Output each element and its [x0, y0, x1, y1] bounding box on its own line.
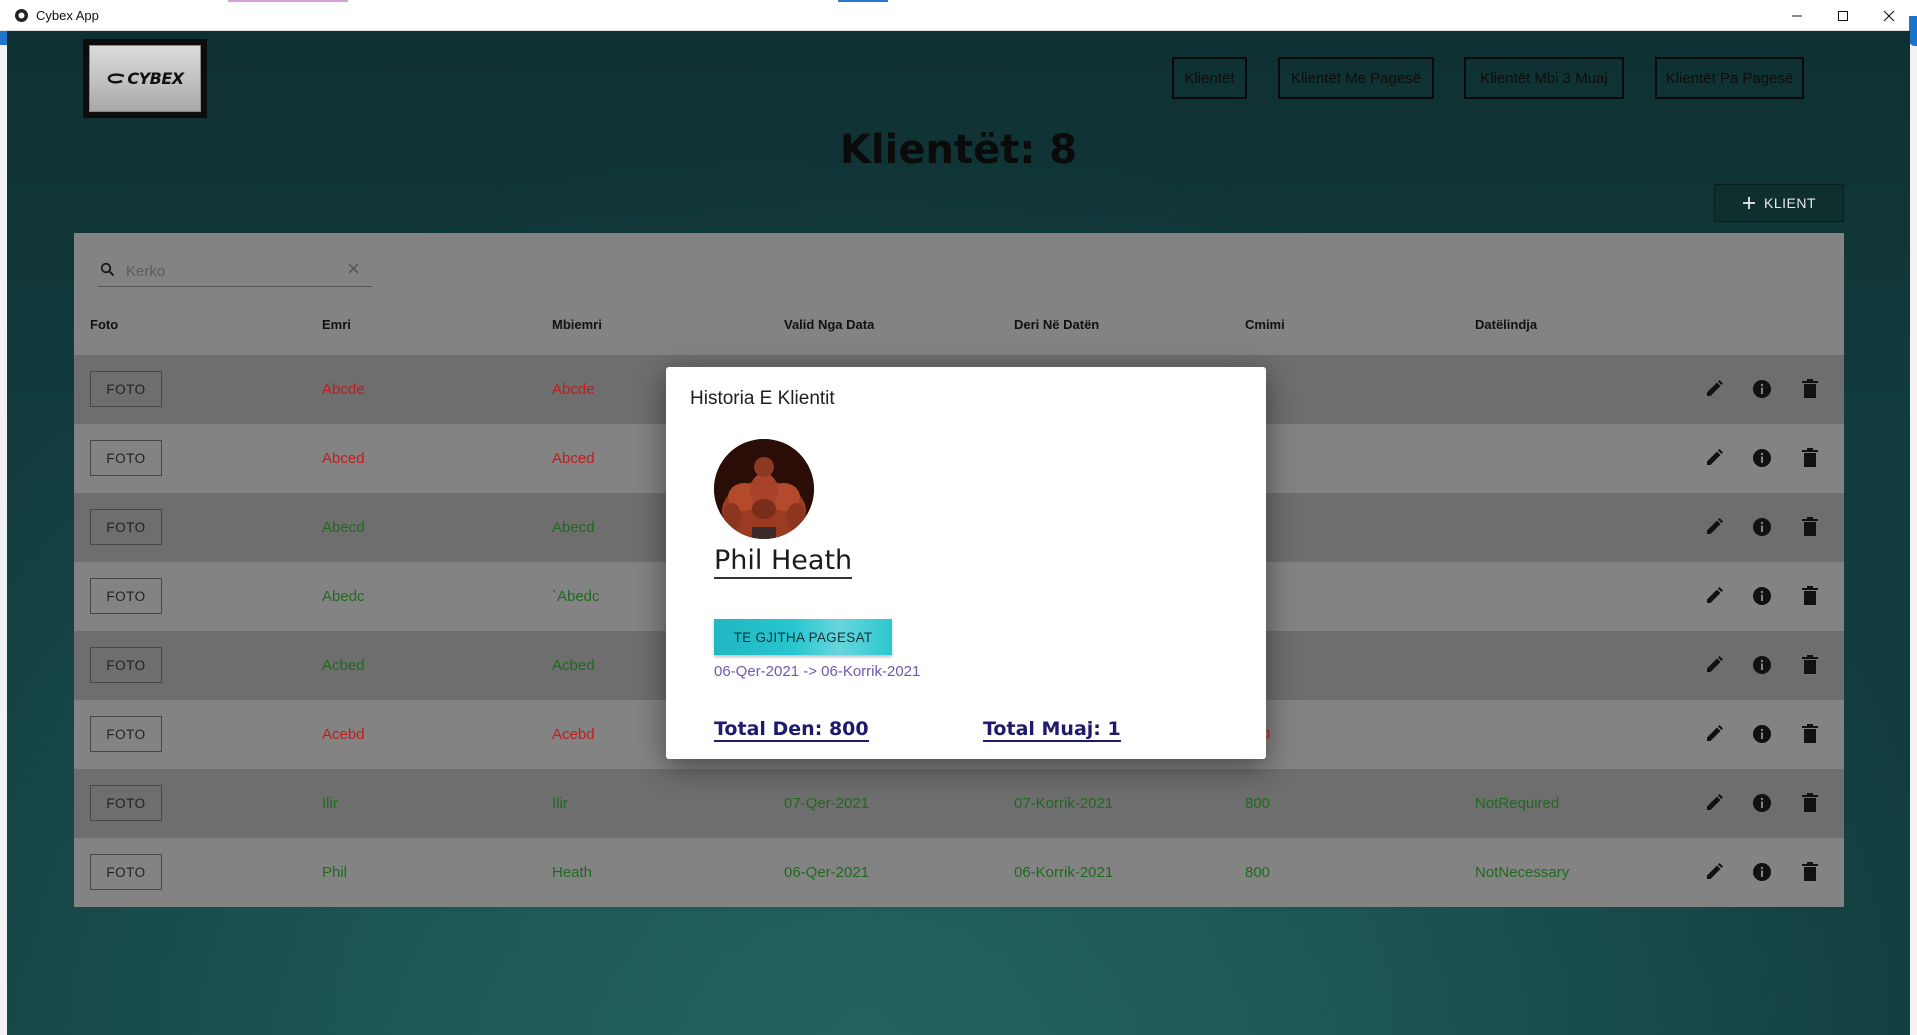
bodybuilder-photo	[714, 439, 814, 539]
app-background: CYBEX Klientët Klientët Me Pagesë Klient…	[7, 31, 1910, 1035]
all-payments-button[interactable]: TE GJITHA PAGESAT	[714, 619, 892, 655]
client-name: Phil Heath	[714, 545, 853, 579]
window-titlebar: Cybex App	[0, 0, 1917, 31]
window-title: Cybex App	[36, 8, 99, 23]
window-edge-accent	[0, 31, 7, 45]
dialog-title: Historia E Klientit	[690, 388, 835, 409]
window-edge	[1910, 31, 1917, 1035]
tab-hint	[228, 0, 348, 2]
client-avatar	[714, 439, 814, 539]
total-den: Total Den: 800	[714, 718, 869, 742]
maximize-icon	[1838, 10, 1848, 21]
close-icon	[1883, 10, 1895, 21]
client-history-dialog: Historia E Klientit Phil Heath TE GJITHA…	[666, 367, 1266, 759]
total-den-value: 800	[828, 718, 869, 740]
app-icon	[14, 8, 29, 23]
close-window-button[interactable]	[1866, 0, 1912, 31]
total-muaj: Total Muaj: 1	[983, 718, 1121, 742]
payment-period: 06-Qer-2021 -> 06-Korrik-2021	[714, 663, 921, 680]
total-muaj-value: 1	[1107, 718, 1121, 740]
minimize-icon	[1792, 15, 1802, 16]
window-edge-accent	[1909, 16, 1917, 46]
minimize-button[interactable]	[1774, 0, 1820, 31]
maximize-button[interactable]	[1820, 0, 1866, 31]
window-edge	[0, 31, 7, 1035]
tab-hint	[838, 0, 888, 2]
total-den-label: Total Den:	[714, 718, 823, 740]
total-muaj-label: Total Muaj:	[983, 718, 1101, 740]
